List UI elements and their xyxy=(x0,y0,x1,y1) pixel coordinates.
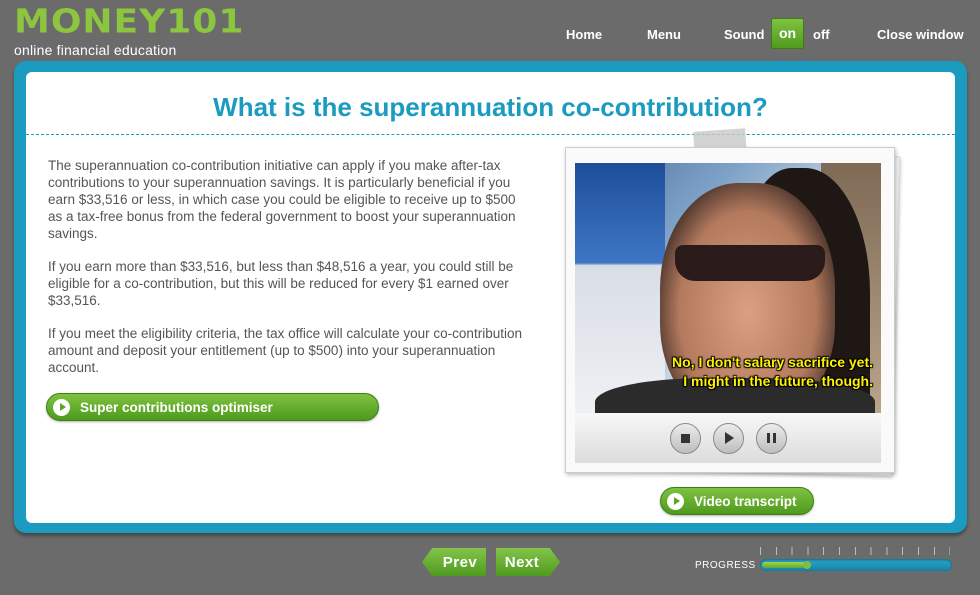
button-label: Super contributions optimiser xyxy=(80,399,273,415)
sound-off-toggle[interactable]: off xyxy=(813,27,830,42)
logo-wordmark: MONEY101 xyxy=(14,3,245,41)
sound-on-toggle[interactable]: on xyxy=(771,18,804,49)
video-controls xyxy=(575,413,881,463)
pause-button[interactable] xyxy=(755,422,787,454)
nav-home-link[interactable]: Home xyxy=(566,27,602,42)
sound-label: Sound xyxy=(724,27,765,42)
progress-bar xyxy=(760,559,952,571)
next-button[interactable]: Next xyxy=(496,548,560,576)
play-icon xyxy=(53,398,70,416)
page-title: What is the superannuation co-contributi… xyxy=(213,92,768,122)
super-contributions-optimiser-button[interactable]: Super contributions optimiser xyxy=(46,393,379,421)
video-bus-background xyxy=(575,163,665,413)
body-text: The superannuation co-contribution initi… xyxy=(48,157,523,392)
title-divider xyxy=(26,134,955,135)
logo-tagline: online financial education xyxy=(14,42,177,58)
progress-ticks xyxy=(760,547,950,555)
video-transcript-button[interactable]: Video transcript xyxy=(660,487,814,515)
close-window-link[interactable]: Close window xyxy=(877,27,964,42)
subtitle-line: No, I don't salary sacrifice yet. xyxy=(672,354,873,370)
play-button[interactable] xyxy=(712,422,744,454)
button-label: Video transcript xyxy=(694,493,797,509)
nav-menu-link[interactable]: Menu xyxy=(647,27,681,42)
progress-fill xyxy=(762,561,811,569)
content-frame: What is the superannuation co-contributi… xyxy=(14,61,967,533)
content-panel: What is the superannuation co-contributi… xyxy=(26,72,955,523)
video-frame[interactable]: No, I don't salary sacrifice yet. I migh… xyxy=(575,163,881,413)
video-person-sunglasses xyxy=(675,245,825,281)
stop-icon xyxy=(680,433,690,443)
paragraph: If you meet the eligibility criteria, th… xyxy=(48,326,522,375)
progress-label: PROGRESS xyxy=(695,560,756,571)
play-icon xyxy=(667,492,684,510)
play-icon xyxy=(725,432,734,444)
stop-button[interactable] xyxy=(669,422,701,454)
video-player: No, I don't salary sacrifice yet. I migh… xyxy=(565,147,895,473)
prev-button[interactable]: Prev xyxy=(422,548,486,576)
pause-icon xyxy=(766,433,776,443)
subtitle-line: I might in the future, though. xyxy=(683,373,873,389)
paragraph: If you earn more than $33,516, but less … xyxy=(48,259,514,308)
paragraph: The superannuation co-contribution initi… xyxy=(48,158,516,241)
video-subtitle: No, I don't salary sacrifice yet. I migh… xyxy=(672,353,873,391)
logo: MONEY101 online financial education xyxy=(14,6,244,58)
